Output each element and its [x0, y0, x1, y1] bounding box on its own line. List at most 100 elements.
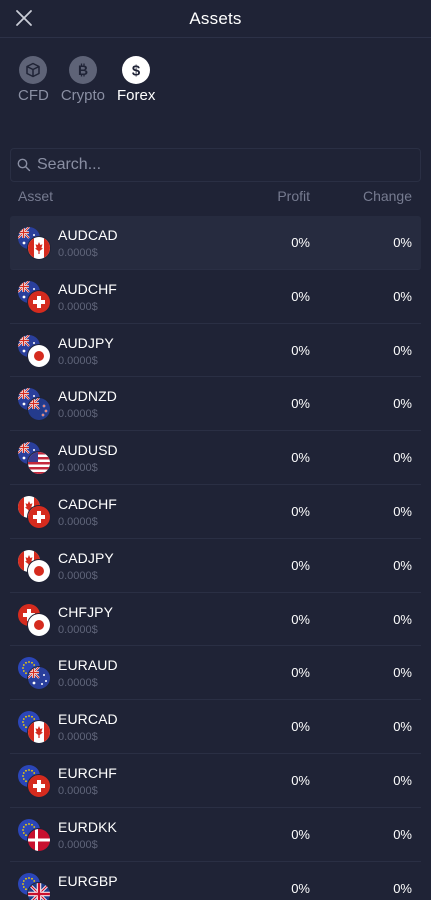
- dollar-icon: $: [122, 56, 151, 84]
- asset-profit: 0%: [291, 880, 310, 896]
- tab-cfd[interactable]: CFD: [18, 56, 49, 150]
- asset-price: 0.0000$: [58, 784, 98, 797]
- asset-price: 0.0000$: [58, 677, 98, 690]
- switzerland-flag-icon: [28, 774, 50, 797]
- currency-pair-flags: [18, 280, 50, 313]
- tab-forex[interactable]: $ Forex: [117, 56, 155, 150]
- asset-change: 0%: [393, 880, 412, 896]
- asset-change: 0%: [393, 611, 412, 627]
- asset-row-chfjpy[interactable]: CHFJPY 0.0000$ 0% 0%: [10, 593, 421, 647]
- currency-pair-flags: [18, 495, 50, 528]
- column-header-change[interactable]: Change: [363, 188, 412, 204]
- asset-profit: 0%: [291, 396, 310, 412]
- tab-label: Crypto: [60, 87, 106, 104]
- asset-row-audusd[interactable]: AUDUSD 0.0000$ 0% 0%: [10, 431, 421, 485]
- asset-profit: 0%: [291, 235, 310, 250]
- asset-symbol: EURCHF: [58, 764, 117, 781]
- asset-profit: 0%: [291, 665, 310, 681]
- asset-row-cadchf[interactable]: CADCHF 0.0000$ 0% 0%: [10, 485, 421, 539]
- svg-text:$: $: [132, 63, 141, 79]
- currency-pair-flags: [18, 227, 50, 259]
- currency-pair-flags: [18, 442, 50, 475]
- currency-pair-flags: [18, 818, 50, 851]
- canada-flag-icon: [28, 237, 50, 259]
- asset-price: 0.0000$: [58, 462, 98, 475]
- asset-change: 0%: [393, 288, 412, 304]
- asset-change: 0%: [393, 342, 412, 358]
- asset-row-eurcad[interactable]: EURCAD 0.0000$ 0% 0%: [10, 700, 421, 754]
- currency-pair-flags: [18, 764, 50, 797]
- switzerland-flag-icon: [28, 290, 50, 313]
- asset-profit: 0%: [291, 719, 310, 735]
- svg-text:B: B: [78, 62, 88, 78]
- asset-profit: 0%: [291, 450, 310, 466]
- header: Assets: [0, 0, 431, 38]
- currency-pair-flags: [18, 872, 50, 900]
- australia-flag-icon: [28, 667, 50, 690]
- currency-pair-flags: [18, 657, 50, 690]
- asset-change: 0%: [393, 235, 412, 250]
- switzerland-flag-icon: [28, 505, 50, 528]
- cube-icon: [19, 56, 48, 84]
- asset-symbol: CADJPY: [58, 549, 114, 566]
- asset-row-eurdkk[interactable]: EURDKK 0.0000$ 0% 0%: [10, 808, 421, 862]
- page-title: Assets: [189, 8, 242, 28]
- asset-row-audcad[interactable]: AUDCAD 0.0000$ 0% 0%: [10, 216, 421, 270]
- asset-price: 0.0000$: [58, 515, 98, 528]
- asset-profit: 0%: [291, 503, 310, 519]
- currency-pair-flags: [18, 549, 50, 582]
- asset-price: 0.0000$: [58, 300, 98, 313]
- asset-change: 0%: [393, 503, 412, 519]
- close-button[interactable]: [12, 6, 36, 30]
- asset-row-cadjpy[interactable]: CADJPY 0.0000$ 0% 0%: [10, 539, 421, 593]
- close-icon: [16, 10, 32, 26]
- asset-profit: 0%: [291, 342, 310, 358]
- asset-price: 0.0000$: [58, 838, 98, 851]
- asset-price: 0.0000$: [58, 247, 98, 259]
- tab-label: Forex: [117, 87, 156, 104]
- asset-change: 0%: [393, 665, 412, 681]
- asset-row-audjpy[interactable]: AUDJPY 0.0000$ 0% 0%: [10, 324, 421, 378]
- asset-row-eurchf[interactable]: EURCHF 0.0000$ 0% 0%: [10, 754, 421, 808]
- asset-price: 0.0000$: [58, 623, 98, 636]
- asset-row-audchf[interactable]: AUDCHF 0.0000$ 0% 0%: [10, 270, 421, 324]
- asset-price: 0.0000$: [58, 408, 98, 421]
- asset-symbol: AUDJPY: [58, 334, 114, 351]
- currency-pair-flags: [18, 388, 50, 421]
- search-input[interactable]: [37, 156, 397, 174]
- asset-row-audnzd[interactable]: AUDNZD 0.0000$ 0% 0%: [10, 377, 421, 432]
- column-header-profit[interactable]: Profit: [277, 188, 310, 204]
- currency-pair-flags: [18, 711, 50, 744]
- denmark-flag-icon: [28, 828, 50, 851]
- search-field: [10, 148, 421, 182]
- currency-pair-flags: [18, 334, 50, 367]
- asset-symbol: EURDKK: [58, 818, 117, 835]
- asset-symbol: AUDNZD: [58, 388, 117, 405]
- asset-symbol: EURAUD: [58, 657, 118, 674]
- asset-change: 0%: [393, 826, 412, 842]
- asset-change: 0%: [393, 719, 412, 735]
- asset-price: 0.0000$: [58, 731, 98, 744]
- asset-symbol: CHFJPY: [58, 603, 114, 620]
- bitcoin-icon: B: [68, 56, 97, 84]
- asset-profit: 0%: [291, 557, 310, 573]
- asset-price: 0.0000$: [58, 354, 98, 367]
- tab-crypto[interactable]: B Crypto: [61, 56, 105, 150]
- asset-symbol: CADCHF: [58, 495, 117, 512]
- asset-change: 0%: [393, 772, 412, 788]
- uk-flag-icon: [28, 882, 50, 900]
- tab-label: CFD: [18, 87, 49, 104]
- japan-flag-icon: [28, 613, 50, 636]
- column-headers: Asset Profit Change: [0, 188, 431, 208]
- asset-symbol: AUDCHF: [58, 280, 117, 297]
- asset-symbol: AUDCAD: [58, 227, 118, 243]
- asset-symbol: AUDUSD: [58, 442, 118, 459]
- asset-row-eurgbp[interactable]: EURGBP 0% 0%: [10, 862, 421, 900]
- asset-price: 0.0000$: [58, 569, 98, 582]
- column-header-asset[interactable]: Asset: [18, 188, 53, 204]
- japan-flag-icon: [28, 344, 50, 367]
- asset-list: AUDCAD 0.0000$ 0% 0% AUDCHF 0.0000$ 0% 0% AUDJPY…: [10, 216, 421, 900]
- asset-row-euraud[interactable]: EURAUD 0.0000$ 0% 0%: [10, 646, 421, 701]
- asset-change: 0%: [393, 450, 412, 466]
- asset-symbol: EURCAD: [58, 711, 118, 728]
